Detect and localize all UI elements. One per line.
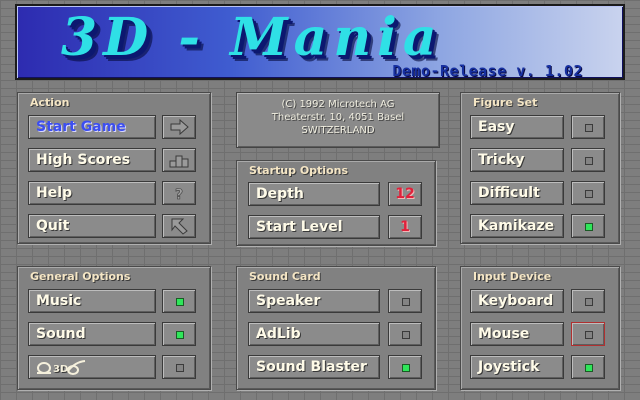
depth-label[interactable]: Depth bbox=[248, 182, 380, 206]
figure-easy-toggle[interactable] bbox=[571, 115, 605, 139]
sound-blaster-toggle[interactable] bbox=[388, 355, 422, 379]
address-line: Theaterstr. 10, 4051 Basel bbox=[271, 112, 405, 123]
general-options-title: General Options bbox=[30, 270, 131, 283]
high-scores-icon-button[interactable] bbox=[162, 148, 196, 172]
podium-icon bbox=[169, 155, 189, 168]
speaker-label[interactable]: Speaker bbox=[248, 289, 380, 313]
music-led bbox=[176, 298, 184, 306]
high-scores-button[interactable]: High Scores bbox=[28, 148, 156, 172]
copyright-box: (C) 1992 Microtech AG Theaterstr. 10, 40… bbox=[236, 92, 440, 148]
figure-easy-led bbox=[585, 124, 593, 132]
adlib-toggle[interactable] bbox=[388, 322, 422, 346]
help-button[interactable]: Help bbox=[28, 181, 156, 205]
keyboard-toggle[interactable] bbox=[571, 289, 605, 313]
figure-tricky-led bbox=[585, 157, 593, 165]
start-level-value: 1 bbox=[400, 219, 410, 235]
adlib-led bbox=[402, 331, 410, 339]
country-line: SWITZERLAND bbox=[301, 125, 375, 136]
help-icon-button[interactable]: ? bbox=[162, 181, 196, 205]
figure-tricky-label[interactable]: Tricky bbox=[470, 148, 564, 172]
stereo-glasses-toggle[interactable] bbox=[162, 355, 196, 379]
figure-kamikaze-label[interactable]: Kamikaze bbox=[470, 214, 564, 238]
figure-kamikaze-led bbox=[585, 223, 593, 231]
adlib-label[interactable]: AdLib bbox=[248, 322, 380, 346]
speaker-toggle[interactable] bbox=[388, 289, 422, 313]
sound-card-title: Sound Card bbox=[249, 270, 321, 283]
svg-text:?: ? bbox=[175, 187, 183, 203]
music-toggle[interactable] bbox=[162, 289, 196, 313]
question-icon: ? bbox=[175, 187, 184, 204]
figure-difficult-led bbox=[585, 190, 593, 198]
joystick-toggle[interactable] bbox=[571, 355, 605, 379]
figure-easy-label[interactable]: Easy bbox=[470, 115, 564, 139]
start-level-value-box[interactable]: 1 bbox=[388, 215, 422, 239]
depth-value: 12 bbox=[395, 186, 415, 202]
copyright-line: (C) 1992 Microtech AG bbox=[281, 99, 395, 110]
sound-led bbox=[176, 331, 184, 339]
figure-difficult-toggle[interactable] bbox=[571, 181, 605, 205]
start-level-label[interactable]: Start Level bbox=[248, 215, 380, 239]
sound-label[interactable]: Sound bbox=[28, 322, 156, 346]
stereo-glasses-icon: 3D bbox=[37, 360, 86, 375]
stereo-glasses-label[interactable]: 3D bbox=[28, 355, 156, 379]
music-label[interactable]: Music bbox=[28, 289, 156, 313]
figure-tricky-toggle[interactable] bbox=[571, 148, 605, 172]
depth-value-box[interactable]: 12 bbox=[388, 182, 422, 206]
arrow-up-left-icon bbox=[171, 218, 188, 235]
action-panel-title: Action bbox=[30, 96, 70, 109]
figure-set-title: Figure Set bbox=[473, 96, 538, 109]
input-device-title: Input Device bbox=[473, 270, 552, 283]
stereo-glasses-led bbox=[176, 364, 184, 372]
startup-options-title: Startup Options bbox=[249, 164, 349, 177]
mouse-label[interactable]: Mouse bbox=[470, 322, 564, 346]
quit-icon-button[interactable] bbox=[162, 214, 196, 238]
joystick-label[interactable]: Joystick bbox=[470, 355, 564, 379]
sound-blaster-label[interactable]: Sound Blaster bbox=[248, 355, 380, 379]
figure-kamikaze-toggle[interactable] bbox=[571, 214, 605, 238]
svg-text:3D: 3D bbox=[53, 364, 68, 375]
version-label: Demo-Release v. 1.02 bbox=[392, 62, 583, 80]
keyboard-led bbox=[585, 298, 593, 306]
sound-toggle[interactable] bbox=[162, 322, 196, 346]
start-game-button[interactable]: Start Game bbox=[28, 115, 156, 139]
sound-blaster-led bbox=[402, 364, 410, 372]
game-title: 3D - Mania bbox=[61, 7, 443, 68]
joystick-led bbox=[585, 364, 593, 372]
speaker-led bbox=[402, 298, 410, 306]
quit-button[interactable]: Quit bbox=[28, 214, 156, 238]
keyboard-label[interactable]: Keyboard bbox=[470, 289, 564, 313]
mouse-led bbox=[585, 331, 593, 339]
figure-difficult-label[interactable]: Difficult bbox=[470, 181, 564, 205]
title-banner: 3D - Mania Demo-Release v. 1.02 bbox=[15, 4, 625, 80]
mouse-toggle[interactable] bbox=[571, 322, 605, 346]
start-game-icon-button[interactable] bbox=[162, 115, 196, 139]
arrow-right-icon bbox=[170, 118, 189, 136]
